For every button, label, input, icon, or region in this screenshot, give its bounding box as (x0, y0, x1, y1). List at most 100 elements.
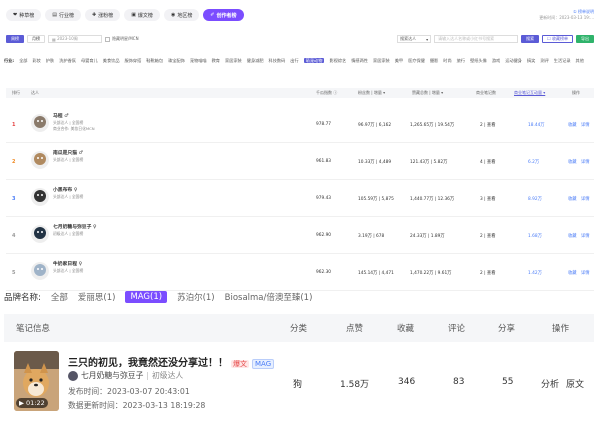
avatar[interactable] (31, 225, 49, 243)
detail-link[interactable]: 详情 (581, 159, 590, 165)
date-picker[interactable]: ▦ 2023-10周 (48, 35, 102, 43)
industry-item[interactable]: 服饰穿搭 (125, 58, 142, 63)
author-avatar (68, 370, 78, 381)
search-area: 搜索达人 ▾ 请输入达人名称或小红书号搜索 搜索 ☐ 收藏榜单 导出 (397, 35, 594, 43)
tab-hot-posts[interactable]: ▣ 爆文榜 (124, 9, 160, 21)
chevron-down-icon: ▾ (426, 36, 429, 42)
original-link[interactable]: 原文 (566, 377, 584, 390)
creator-info: 马程 ♂ 头部达人 | 全国榜 商业合作: 美妆日化MCN (53, 114, 95, 132)
brand-item[interactable]: MAG(1) (125, 291, 168, 303)
biz-notes[interactable]: 2 | 查看 (480, 122, 496, 128)
tab-creator[interactable]: ✐ 创作者榜 (203, 9, 244, 21)
industry-item[interactable]: 游戏 (492, 58, 500, 63)
note-comments: 83 (453, 377, 465, 387)
industry-item[interactable]: 出行 (290, 58, 298, 63)
fans-count: 96.97万 | 6,162 (358, 123, 392, 128)
industry-item[interactable]: 母婴育儿 (81, 58, 98, 63)
industry-item[interactable]: 测评 (540, 58, 548, 63)
avatar[interactable] (31, 188, 49, 206)
biz-notes[interactable]: 4 | 查看 (480, 159, 496, 165)
avatar[interactable] (31, 262, 49, 280)
industry-item[interactable]: 全部 (19, 58, 27, 63)
note-title[interactable]: 三只的初见，我竟然还没分享过！！ 爆文 MAG (68, 354, 275, 369)
favorite-link[interactable]: 收藏 (568, 122, 577, 128)
creator-level: 头部达人 | 全国榜 (53, 268, 84, 273)
favorite-link[interactable]: 收藏 (568, 196, 577, 202)
industry-item[interactable]: 教育 (212, 58, 220, 63)
industry-item[interactable]: 影视综艺 (329, 58, 346, 63)
month-button[interactable]: 月榜 (27, 35, 45, 43)
biz-interaction: 6.2万 (528, 160, 540, 165)
tab-region[interactable]: ◉ 地区榜 (163, 9, 200, 21)
update-info: ① 榜单说明 更新时间：2023-03-13 19:... (539, 9, 594, 21)
industry-item[interactable]: 运动健身 (505, 58, 522, 63)
brand-item[interactable]: 苏泊尔(1) (177, 291, 215, 303)
hide-celebrity-checkbox[interactable]: 隐藏明星/MCN (105, 36, 139, 42)
industry-item[interactable]: 其他 (576, 58, 584, 63)
detail-link[interactable]: 详情 (581, 122, 590, 128)
brand-item[interactable]: Biosalma/倍澳至臻(1) (225, 291, 313, 303)
industry-item[interactable]: 萌宠动物 (303, 58, 325, 63)
favorite-list-button[interactable]: ☐ 收藏榜单 (542, 35, 573, 43)
col-fans[interactable]: 粉丝数 | 增量 ▾ (358, 90, 385, 96)
search-input[interactable]: 请输入达人名称或小红书号搜索 (434, 35, 519, 43)
table-row: 3 小黑布布 ♀ 头部达人 | 全国榜 979.43 105.59万 | 5,875 1,… (6, 181, 594, 217)
industry-item[interactable]: 鞋靴箱包 (146, 58, 163, 63)
industry-item[interactable]: 医疗保健 (408, 58, 425, 63)
note-row: ▶ 01:22 三只的初见，我竟然还没分享过！！ 爆文 MAG 七月奶糖与弥豆子 | 初级… (4, 344, 594, 420)
favorite-link[interactable]: 收藏 (568, 270, 577, 276)
rank-number: 2 (12, 159, 16, 165)
avatar[interactable] (31, 151, 49, 169)
avatar[interactable] (31, 114, 49, 132)
detail-link[interactable]: 详情 (581, 196, 590, 202)
favorite-link[interactable]: 收藏 (568, 233, 577, 239)
industry-item[interactable]: 科技数码 (269, 58, 286, 63)
detail-link[interactable]: 详情 (581, 270, 590, 276)
industry-item[interactable]: 时尚 (443, 58, 451, 63)
industry-item[interactable]: 生活记录 (554, 58, 571, 63)
industry-label: 行业: (4, 58, 15, 63)
checkbox-box[interactable] (105, 36, 110, 42)
detail-link[interactable]: 详情 (581, 233, 590, 239)
tab-growth[interactable]: ✚ 涨粉榜 (84, 9, 121, 21)
biz-notes[interactable]: 2 | 查看 (480, 233, 496, 239)
plus-icon: ✚ (91, 12, 97, 18)
note-thumbnail[interactable]: ▶ 01:22 (14, 351, 59, 411)
creator-info: 牛奶家日程 ♀ 头部达人 | 全国榜 (53, 262, 83, 274)
industry-item[interactable]: 洗护香氛 (59, 58, 76, 63)
tab-industry[interactable]: ▤ 行业榜 (45, 9, 81, 21)
col-likes[interactable]: 赞藏总数 | 增量 ▾ (412, 90, 443, 96)
biz-notes[interactable]: 3 | 查看 (480, 196, 496, 202)
industry-item[interactable]: 搞笑 (527, 58, 535, 63)
industry-item[interactable]: 健身减肥 (247, 58, 264, 63)
note-author[interactable]: 七月奶糖与弥豆子 | 初级达人 (68, 370, 183, 381)
tab-zhongcao[interactable]: ❤ 种草榜 (6, 9, 42, 21)
industry-item[interactable]: 家居家装 (225, 58, 242, 63)
brand-item[interactable]: 爱丽思(1) (78, 291, 116, 303)
brand-tag: MAG (252, 359, 275, 369)
export-button[interactable]: 导出 (576, 35, 594, 43)
industry-item[interactable]: 护肤 (46, 58, 54, 63)
industry-item[interactable]: 情感两性 (351, 58, 368, 63)
table-row: 5 牛奶家日程 ♀ 头部达人 | 全国榜 962.30 145.14万 | 4,471 1… (6, 255, 594, 291)
industry-item[interactable]: 家居家装 (373, 58, 390, 63)
brand-item[interactable]: 全部 (51, 291, 68, 303)
industry-item[interactable]: 宠物喵喵 (190, 58, 207, 63)
industry-item[interactable]: 壁纸头像 (470, 58, 487, 63)
note-collects: 346 (398, 377, 416, 387)
analyze-link[interactable]: 分析 (541, 377, 559, 390)
col-biz-interaction[interactable]: 商业笔记互动量 ▾ (514, 90, 545, 96)
search-type-select[interactable]: 搜索达人 ▾ (397, 35, 432, 43)
qiangua-index: 962.90 (316, 233, 332, 238)
industry-item[interactable]: 美甲 (395, 58, 403, 63)
week-button[interactable]: 周榜 (6, 35, 24, 43)
industry-item[interactable]: 美食饮品 (103, 58, 120, 63)
search-button[interactable]: 搜索 (521, 35, 540, 43)
industry-item[interactable]: 旅行 (457, 58, 465, 63)
industry-item[interactable]: 彩妆 (32, 58, 40, 63)
brand-filter: 品牌名称: 全部 爱丽思(1) MAG(1) 苏泊尔(1) Biosalma/倍澳至臻(1… (4, 290, 312, 304)
industry-item[interactable]: 摄影 (430, 58, 438, 63)
favorite-link[interactable]: 收藏 (568, 159, 577, 165)
biz-notes[interactable]: 2 | 查看 (480, 270, 496, 276)
industry-item[interactable]: 珠宝配饰 (168, 58, 185, 63)
